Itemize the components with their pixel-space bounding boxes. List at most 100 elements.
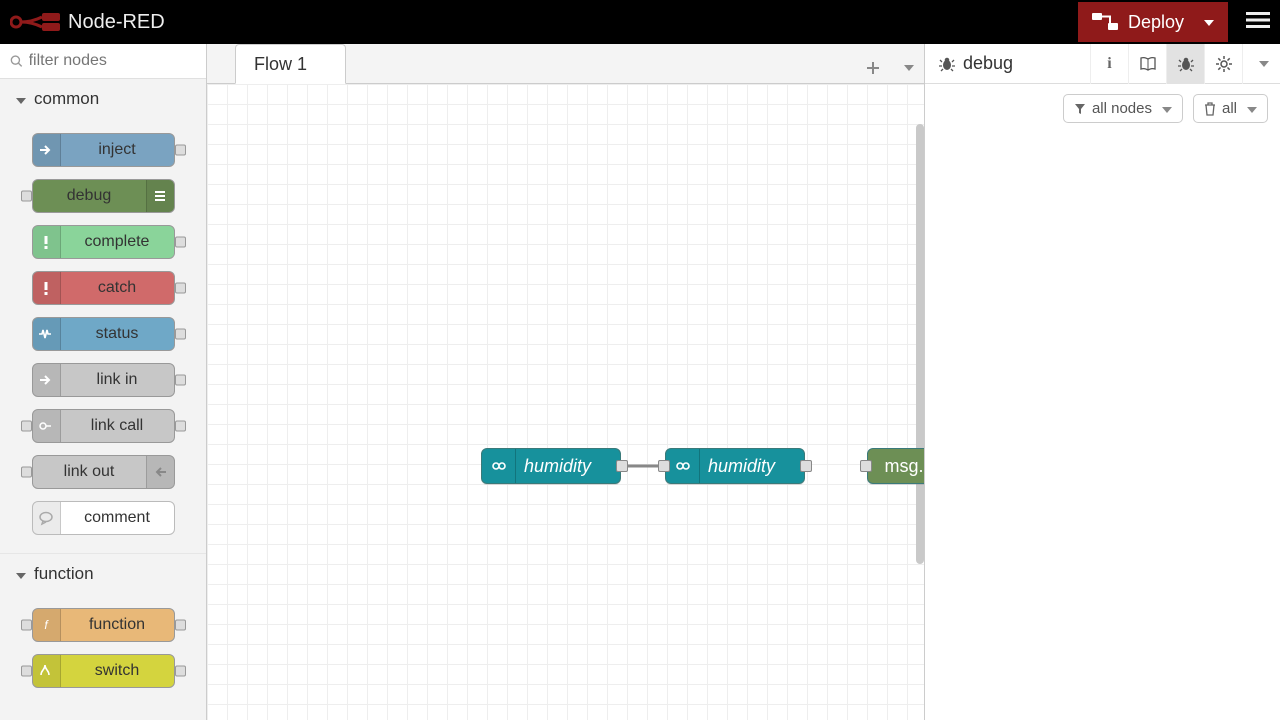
- palette-node-label: switch: [61, 662, 174, 680]
- palette-node-catch[interactable]: catch: [32, 271, 175, 305]
- port-out[interactable]: [616, 460, 628, 472]
- arduino-icon: [675, 458, 691, 474]
- palette-node-status[interactable]: status: [32, 317, 175, 351]
- palette-search[interactable]: [0, 44, 206, 79]
- palette-node-switch[interactable]: switch: [32, 654, 175, 688]
- deploy-caret-icon: [1200, 15, 1214, 29]
- palette-node-link-out[interactable]: link out: [32, 455, 175, 489]
- palette-category-label: function: [34, 564, 94, 584]
- palette-node-label: function: [61, 616, 174, 634]
- palette-category-function[interactable]: function: [0, 553, 206, 594]
- port-out[interactable]: [175, 237, 186, 248]
- port-out[interactable]: [175, 283, 186, 294]
- palette-search-input[interactable]: [29, 52, 196, 70]
- sidebar-more-button[interactable]: [1242, 44, 1280, 84]
- add-tab-button[interactable]: [856, 53, 890, 83]
- plus-icon: [866, 61, 880, 75]
- chevron-down-icon: [12, 89, 26, 109]
- palette-node-function[interactable]: f function: [32, 608, 175, 642]
- port-in[interactable]: [21, 666, 32, 677]
- port-out[interactable]: [175, 329, 186, 340]
- sidebar-config-button[interactable]: [1204, 44, 1242, 84]
- flow-node-arduino-n1[interactable]: humidity: [481, 448, 621, 484]
- arduino-icon: [491, 458, 507, 474]
- linkcall-icon: [38, 418, 54, 434]
- palette-node-label: link out: [33, 463, 146, 481]
- sidebar-help-button[interactable]: [1128, 44, 1166, 84]
- sidebar-info-button[interactable]: i: [1090, 44, 1128, 84]
- comment-icon: [38, 510, 54, 526]
- palette-node-link-in[interactable]: link in: [32, 363, 175, 397]
- port-out[interactable]: [175, 620, 186, 631]
- palette-node-inject[interactable]: inject: [32, 133, 175, 167]
- linkin-icon: [38, 372, 54, 388]
- deploy-button[interactable]: Deploy: [1078, 2, 1228, 42]
- deploy-label: Deploy: [1128, 12, 1184, 33]
- deploy-icon: [1092, 13, 1118, 31]
- hamburger-icon: [1246, 8, 1270, 32]
- flow-node-label: humidity: [524, 456, 591, 477]
- workspace: Flow 1 humidity humidity msg.payload: [207, 44, 924, 720]
- palette-node-label: link call: [61, 417, 174, 435]
- chevron-down-icon: [1243, 100, 1257, 117]
- port-out[interactable]: [800, 460, 812, 472]
- port-in[interactable]: [860, 460, 872, 472]
- node-red-logo-icon: [10, 10, 62, 34]
- palette-node-label: link in: [61, 371, 174, 389]
- flow-node-label: humidity: [708, 456, 775, 477]
- menu-button[interactable]: [1246, 8, 1270, 37]
- bang-icon: [38, 234, 54, 250]
- search-icon: [10, 54, 23, 68]
- port-out[interactable]: [175, 375, 186, 386]
- palette-category-label: common: [34, 89, 99, 109]
- app-title: Node-RED: [68, 11, 165, 34]
- chevron-down-icon: [12, 564, 26, 584]
- bug-icon: [1178, 56, 1194, 72]
- debug-clear-button[interactable]: all: [1193, 94, 1268, 123]
- book-icon: [1139, 56, 1157, 72]
- palette-node-complete[interactable]: complete: [32, 225, 175, 259]
- port-in[interactable]: [658, 460, 670, 472]
- debug-icon: [152, 188, 168, 204]
- palette-node-label: comment: [61, 509, 174, 527]
- port-in[interactable]: [21, 421, 32, 432]
- port-in[interactable]: [21, 620, 32, 631]
- workspace-tabs: Flow 1: [207, 44, 924, 84]
- flow-node-arduino-n2[interactable]: humidity: [665, 448, 805, 484]
- palette-node-label: catch: [61, 279, 174, 297]
- port-in[interactable]: [21, 191, 32, 202]
- palette-node-label: complete: [61, 233, 174, 251]
- flow-node-debug-n3[interactable]: msg.payload: [867, 448, 924, 484]
- bug-icon: [939, 56, 955, 72]
- palette-node-label: inject: [61, 141, 174, 159]
- palette-node-debug[interactable]: debug: [32, 179, 175, 213]
- sidebar-debug-button[interactable]: [1166, 44, 1204, 84]
- flow-canvas[interactable]: humidity humidity msg.payload: [207, 84, 924, 720]
- tabs-menu-button[interactable]: [890, 53, 924, 83]
- palette-node-label: status: [61, 325, 174, 343]
- palette-category-common[interactable]: common: [0, 79, 206, 119]
- sidebar-title: debug: [925, 53, 1090, 74]
- gear-icon: [1216, 56, 1232, 72]
- header: Node-RED Deploy: [0, 0, 1280, 44]
- app-logo: Node-RED: [10, 10, 165, 34]
- port-out[interactable]: [175, 145, 186, 156]
- fx-icon: f: [38, 617, 54, 633]
- palette-node-link-call[interactable]: link call: [32, 409, 175, 443]
- pulse-icon: [38, 326, 54, 342]
- port-out[interactable]: [175, 666, 186, 677]
- canvas-scrollbar[interactable]: [916, 124, 924, 564]
- palette: common inject debug complete catch status link…: [0, 44, 207, 720]
- svg-text:f: f: [44, 618, 49, 632]
- inject-icon: [38, 142, 54, 158]
- trash-icon: [1204, 102, 1216, 116]
- chevron-down-icon: [1158, 100, 1172, 117]
- palette-node-comment[interactable]: comment: [32, 501, 175, 535]
- port-in[interactable]: [21, 467, 32, 478]
- port-out[interactable]: [175, 421, 186, 432]
- linkout-icon: [152, 464, 168, 480]
- flow-node-label: msg.payload: [882, 456, 924, 477]
- debug-filter-button[interactable]: all nodes: [1063, 94, 1183, 123]
- tab-flow-1[interactable]: Flow 1: [235, 44, 346, 84]
- sidebar: debug i all nodes: [924, 44, 1280, 720]
